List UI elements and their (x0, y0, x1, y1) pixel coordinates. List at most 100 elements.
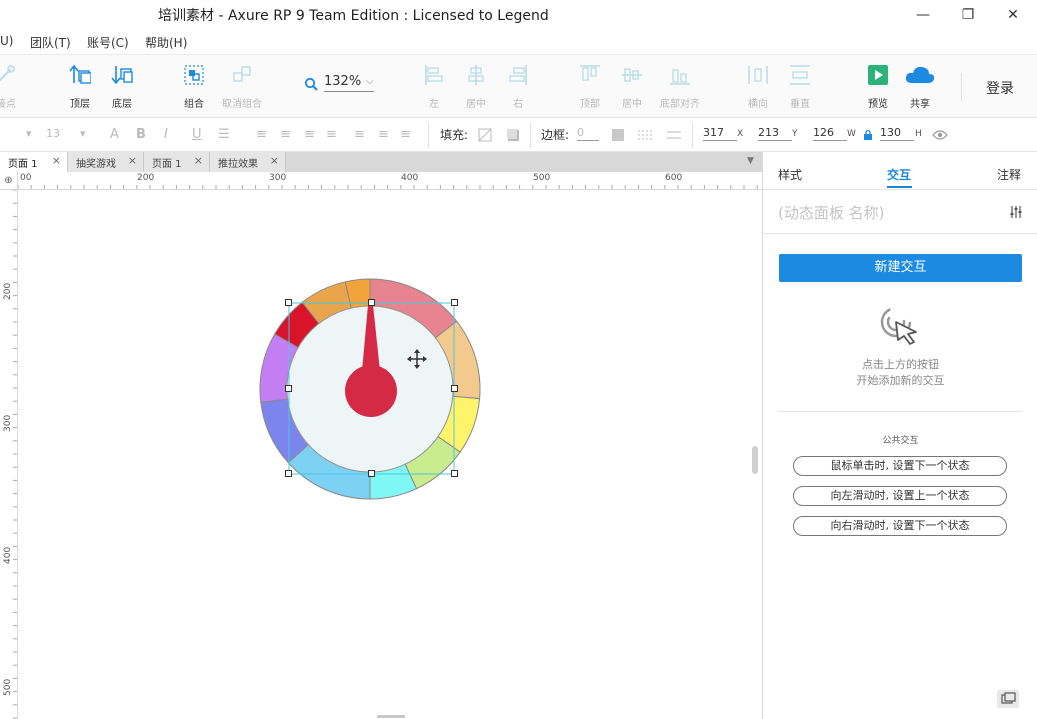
crosshair-icon: ⊕ (4, 175, 13, 186)
minimize-button[interactable]: — (900, 0, 946, 30)
distribute-horizontal-button[interactable]: 横向 (734, 63, 782, 110)
settings-sliders-icon[interactable] (1009, 205, 1023, 219)
tab-page-1[interactable]: 页面 1 × (0, 152, 68, 172)
resize-handle[interactable] (368, 470, 375, 477)
tab-page-1-copy[interactable]: 页面 1 × (144, 152, 210, 172)
justify-text-icon[interactable]: ≡ (326, 127, 337, 142)
distribute-horizontal-label: 横向 (748, 99, 768, 110)
bold-icon[interactable]: B (136, 127, 146, 142)
lock-icon[interactable] (863, 129, 873, 141)
panel-popout-icon[interactable] (997, 690, 1019, 708)
menu-item-truncated[interactable]: U) (0, 34, 13, 48)
resize-handle[interactable] (285, 470, 292, 477)
menu-item-help[interactable]: 帮助(H) (145, 34, 187, 51)
align-top-label: 顶部 (580, 99, 600, 110)
w-label: W (847, 129, 856, 139)
main-toolbar: 连接点 顶层 底层 组合 取消组合 132% ⌵ 左 居中 (0, 54, 1037, 118)
width-input[interactable]: 126 (813, 126, 847, 141)
login-button[interactable]: 登录 (986, 78, 1014, 98)
preview-button[interactable]: 预览 (854, 63, 902, 110)
tab-push-pull-effect[interactable]: 推拉效果 × (210, 152, 286, 172)
resize-handle[interactable] (285, 299, 292, 306)
align-bottom-button[interactable]: 底部对齐 (656, 63, 704, 110)
align-top-button[interactable]: 顶部 (566, 63, 614, 110)
close-icon[interactable]: × (128, 154, 137, 167)
align-left-button[interactable]: 左 (410, 63, 458, 110)
resize-handle[interactable] (451, 299, 458, 306)
close-icon[interactable]: × (194, 154, 203, 167)
tab-overflow-chevron-icon[interactable]: ▼ (747, 156, 754, 166)
tab-interactions[interactable]: 交互 (887, 166, 911, 183)
distribute-vertical-button[interactable]: 垂直 (776, 63, 824, 110)
font-size-dropdown-icon[interactable]: ▾ (80, 127, 86, 140)
align-text-left-icon[interactable]: ≡ (256, 127, 267, 142)
y-input[interactable]: 213 (758, 126, 792, 141)
ruler-corner[interactable]: ⊕ (0, 172, 18, 190)
public-interaction-swipe-right-next[interactable]: 向右滑动时, 设置下一个状态 (793, 516, 1007, 536)
border-style-icon[interactable] (637, 128, 653, 142)
dial-hub[interactable] (345, 365, 397, 417)
align-right-button[interactable]: 右 (494, 63, 542, 110)
bring-to-front-button[interactable]: 顶层 (56, 63, 104, 110)
valign-bottom-icon[interactable]: ≡ (400, 127, 411, 142)
fill-label: 填充: (440, 128, 469, 142)
border-width-input[interactable]: 0 (577, 126, 599, 141)
eye-icon[interactable] (932, 129, 948, 141)
ungroup-button[interactable]: 取消组合 (218, 63, 266, 110)
design-canvas[interactable] (19, 191, 762, 719)
close-icon[interactable]: × (270, 154, 279, 167)
cloud-icon (905, 66, 935, 83)
ruler-label: 500 (3, 678, 13, 696)
tab-style[interactable]: 样式 (778, 166, 802, 183)
underline-icon[interactable]: U (192, 127, 202, 142)
horizontal-scrollbar[interactable] (377, 715, 405, 718)
send-to-back-button[interactable]: 底层 (98, 63, 146, 110)
arrow-style-icon[interactable] (666, 128, 682, 142)
font-size-value[interactable]: 13 (46, 127, 60, 140)
ruler-top-ticks (18, 185, 758, 189)
font-family-dropdown-icon[interactable]: ▾ (26, 127, 32, 140)
font-color-icon[interactable]: A (110, 127, 119, 142)
share-button[interactable]: 共享 (896, 63, 944, 110)
menu-item-team[interactable]: 团队(T) (30, 34, 71, 51)
resize-handle[interactable] (451, 470, 458, 477)
group-button[interactable]: 组合 (170, 63, 218, 110)
bring-to-front-label: 顶层 (70, 99, 90, 110)
height-input[interactable]: 130 (880, 126, 914, 141)
italic-icon[interactable]: I (164, 127, 168, 142)
ruler-label: 200 (137, 173, 155, 183)
menu-item-account[interactable]: 账号(C) (87, 34, 129, 51)
maximize-button[interactable]: ❐ (945, 0, 991, 30)
new-interaction-button[interactable]: 新建交互 (779, 254, 1022, 282)
border-color-icon[interactable] (611, 128, 625, 142)
close-window-button[interactable]: ✕ (990, 0, 1036, 30)
connection-point-icon (0, 65, 15, 82)
valign-middle-icon[interactable]: ≡ (378, 127, 389, 142)
public-interaction-swipe-left-prev[interactable]: 向左滑动时, 设置上一个状态 (793, 486, 1007, 506)
connection-point-button[interactable]: 连接点 (0, 63, 30, 110)
public-interaction-click-next[interactable]: 鼠标单击时, 设置下一个状态 (793, 456, 1007, 476)
widget-name-input[interactable]: (动态面板 名称) (778, 202, 884, 223)
vertical-scrollbar[interactable] (752, 446, 758, 474)
chevron-down-icon: ⌵ (366, 76, 374, 87)
align-middle-icon (622, 68, 642, 82)
shadow-icon[interactable] (506, 128, 520, 142)
bullet-list-icon[interactable]: ☰ (218, 127, 230, 142)
border-label: 边框: (541, 128, 570, 142)
fill-none-icon[interactable] (478, 128, 492, 142)
align-center-button[interactable]: 居中 (452, 63, 500, 110)
align-middle-button[interactable]: 居中 (608, 63, 656, 110)
resize-handle[interactable] (368, 299, 375, 306)
tab-lottery-game[interactable]: 抽奖游戏 × (68, 152, 144, 172)
close-icon[interactable]: × (52, 154, 61, 167)
resize-handle[interactable] (285, 385, 292, 392)
resize-handle[interactable] (451, 385, 458, 392)
x-input[interactable]: 317 (703, 126, 737, 141)
zoom-control[interactable]: 132% ⌵ (304, 74, 384, 96)
ruler-label: 400 (3, 546, 13, 564)
tab-notes[interactable]: 注释 (997, 166, 1021, 183)
align-text-center-icon[interactable]: ≡ (280, 127, 291, 142)
group-icon (184, 65, 204, 85)
align-text-right-icon[interactable]: ≡ (304, 127, 315, 142)
valign-top-icon[interactable]: ≡ (354, 127, 365, 142)
